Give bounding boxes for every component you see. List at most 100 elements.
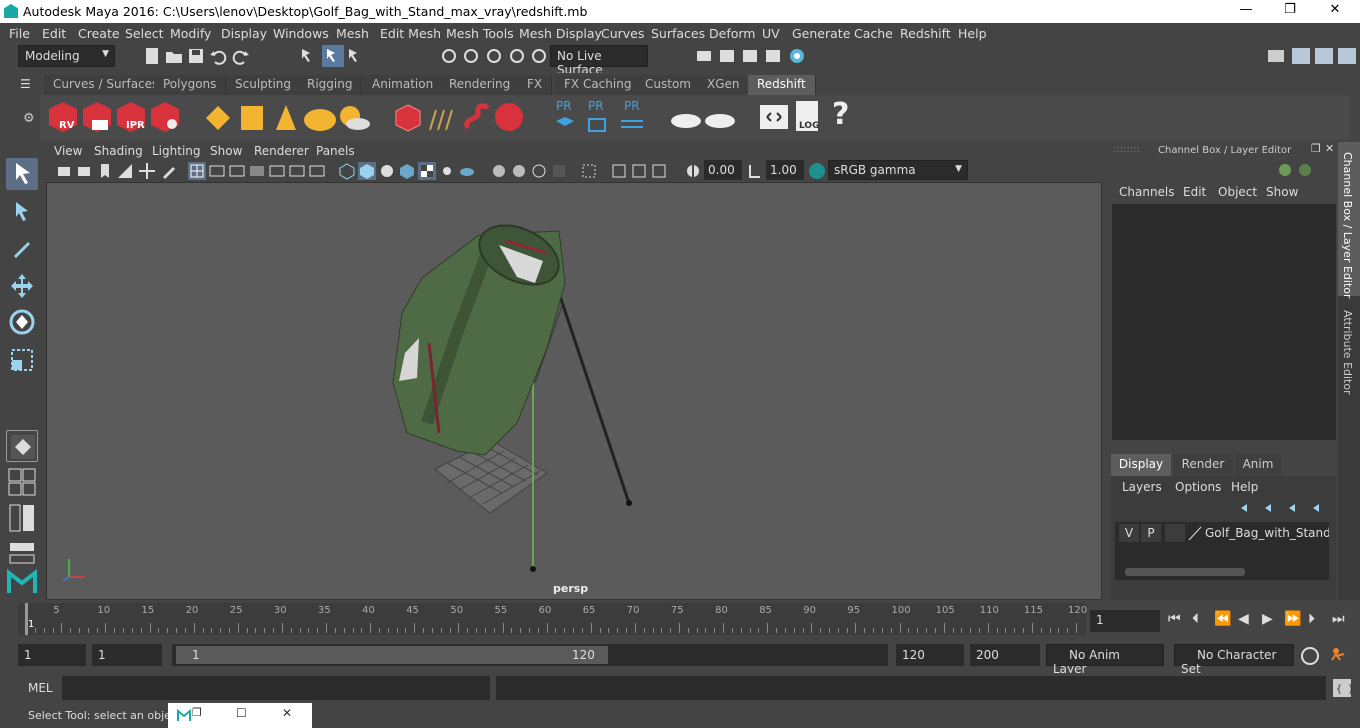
menu-mesh-tools[interactable]: Mesh Tools [446,26,514,41]
go-to-start-icon[interactable]: ⏮ [1168,611,1181,627]
rotate-tool-icon[interactable] [6,306,38,338]
shelf-settings-icon[interactable]: ⚙ [23,111,35,126]
go-to-end-icon[interactable]: ⏭ [1332,611,1345,627]
exposure-field[interactable]: 0.00 [704,160,742,180]
mode-dropdown[interactable]: Modeling ▼ [18,45,115,67]
playback-start-field[interactable]: 1 [92,644,162,666]
shelf-menu-icon[interactable]: ☰ [20,77,31,91]
channel-menu-edit[interactable]: Edit [1183,185,1206,199]
paint-select-tool-icon[interactable] [6,232,38,264]
layer-visibility-toggle[interactable]: V [1119,524,1139,542]
view-transform-icon[interactable] [808,162,826,180]
film-gate-icon[interactable] [208,162,226,180]
default-material-icon[interactable] [378,162,396,180]
use-all-lights-icon[interactable] [438,162,456,180]
menu-select[interactable]: Select [125,26,164,41]
save-scene-icon[interactable] [187,47,205,65]
hypershade-icon[interactable] [788,47,806,65]
gamma-field[interactable]: 1.00 [766,160,804,180]
menu-create[interactable]: Create [78,26,120,41]
undo-icon[interactable] [209,47,227,65]
snap-view-icon[interactable] [508,47,526,65]
menu-help[interactable]: Help [958,26,987,41]
redshift-dome-light-icon[interactable] [302,102,338,134]
play-backwards-icon[interactable]: ◀ [1238,611,1249,627]
snap-point-icon[interactable] [485,47,503,65]
minimized-window-tab[interactable]: ❐ ☐ ✕ [168,703,312,728]
gate-mask-icon[interactable] [248,162,266,180]
redshift-spot-light-icon[interactable] [270,102,302,134]
step-forward-key-icon[interactable]: ⏩ [1284,611,1301,627]
minimize-button[interactable]: — [1231,2,1261,20]
textured-icon[interactable] [418,162,436,180]
menu-windows[interactable]: Windows [273,26,329,41]
anti-aliasing-icon[interactable] [530,162,548,180]
viewport-menu-view[interactable]: View [54,144,82,158]
viewport-menu-lighting[interactable]: Lighting [152,144,201,158]
menu-deform[interactable]: Deform [709,26,755,41]
gamma-icon[interactable] [746,162,764,180]
exposure-icon[interactable] [684,162,702,180]
redshift-sun-sky-icon[interactable] [336,102,372,134]
layer-color-icon[interactable] [1187,525,1203,541]
tab-redshift[interactable]: Redshift [748,75,816,95]
redshift-lights-icon[interactable] [202,102,234,134]
snap-surface-icon[interactable] [530,47,548,65]
toggle-channel-box-icon[interactable] [1336,45,1358,67]
side-tab-attribute-editor[interactable]: Attribute Editor [1338,300,1360,400]
redshift-proxy-icon[interactable] [392,102,424,134]
redshift-portal-light-icon[interactable] [236,102,268,134]
channel-menu-object[interactable]: Object [1218,185,1257,199]
animation-end-field[interactable]: 200 [970,644,1040,666]
tab-fx[interactable]: FX [518,75,553,95]
close-button[interactable]: ✕ [1320,2,1350,20]
animation-start-field[interactable]: 1 [18,644,86,666]
mel-command-input[interactable] [62,676,490,700]
redshift-help-icon[interactable]: ? [832,97,849,132]
anim-layer-dropdown[interactable]: No Anim Layer [1046,644,1164,676]
current-time-marker[interactable] [25,603,28,635]
redshift-settings-icon[interactable] [148,100,182,134]
redshift-bake-icon[interactable] [668,103,704,133]
viewport-menu-show[interactable]: Show [210,144,242,158]
maximize-window-icon[interactable]: ☐ [236,706,247,720]
safe-title-icon[interactable] [308,162,326,180]
character-set-dropdown[interactable]: No Character Set [1174,644,1294,676]
field-chart-icon[interactable] [268,162,286,180]
layer-tab-display[interactable]: Display [1111,454,1171,476]
move-tool-icon[interactable] [6,270,38,302]
grease-pencil-icon[interactable] [160,162,178,180]
snap-grid-icon[interactable] [440,47,458,65]
viewport-menu-shading[interactable]: Shading [94,144,143,158]
ipr-render-icon[interactable] [741,47,759,65]
shadows-icon[interactable] [458,162,476,180]
bookmark-icon[interactable] [96,162,114,180]
layer-tab-render[interactable]: Render [1173,454,1233,476]
tab-sculpting[interactable]: Sculpting [226,75,302,95]
channel-box-area[interactable] [1112,204,1336,440]
perspective-viewport[interactable]: persp [46,182,1102,600]
redshift-volume-icon[interactable] [460,100,494,134]
tab-curves-surfaces[interactable]: Curves / Surfaces [44,75,169,95]
workspace-icon[interactable] [1267,47,1285,65]
tab-xgen[interactable]: XGen [698,75,750,95]
xray-joints-icon[interactable] [630,162,648,180]
motion-blur-icon[interactable] [510,162,528,180]
layer-tab-anim[interactable]: Anim [1235,454,1281,476]
scale-tool-icon[interactable] [6,344,38,376]
select-tool-icon[interactable] [6,158,38,190]
menu-surfaces[interactable]: Surfaces [651,26,705,41]
toggle-tool-settings-icon[interactable] [1313,45,1335,67]
two-view-layout-icon[interactable] [6,502,38,534]
menu-cache[interactable]: Cache [854,26,893,41]
side-tab-channel-box[interactable]: Channel Box / Layer Editor [1338,142,1360,299]
select-by-object-icon[interactable] [322,45,344,67]
render-globals-icon[interactable] [764,47,782,65]
redshift-script-editor-icon[interactable] [758,101,790,133]
wireframe-icon[interactable] [338,162,356,180]
menu-file[interactable]: File [9,26,30,41]
close-panel-icon[interactable]: ✕ [1325,142,1334,155]
viewport-menu-renderer[interactable]: Renderer [254,144,309,158]
redshift-hair-icon[interactable] [426,102,460,134]
channel-box-view-icons[interactable] [1275,162,1325,178]
